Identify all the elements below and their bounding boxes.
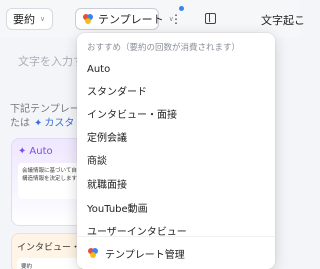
menu-item-auto[interactable]: Auto: [77, 59, 275, 81]
template-card-auto[interactable]: ✦ Auto 会議情報に基づいて自 構造情報を決定します: [11, 138, 83, 226]
more-options-icon[interactable]: ⋮: [170, 11, 182, 27]
menu-item-standard[interactable]: スタンダード: [77, 82, 275, 104]
card-title: インタビュー・面: [17, 243, 83, 253]
hint-prefix: たは: [10, 118, 30, 129]
template-hint-line2: たは ✦ カスタ: [10, 114, 74, 129]
menu-item-interview[interactable]: インタビュー・面接: [77, 105, 275, 127]
text-input-placeholder[interactable]: 文字を入力す: [18, 53, 84, 69]
template-dropdown-menu: おすすめ（要約の回数が消費されます） Auto スタンダード インタビュー・面接…: [77, 33, 275, 269]
multicolor-logo-icon: [88, 248, 98, 258]
custom-template-link[interactable]: カスタ: [44, 118, 74, 129]
menu-item-job-interview[interactable]: 就職面接: [77, 175, 275, 197]
transcription-tab[interactable]: 文字起こ: [261, 12, 305, 28]
menu-item-sales[interactable]: 商談: [77, 151, 275, 173]
menu-item-regular-meeting[interactable]: 定例会議: [77, 128, 275, 150]
template-label: テンプレート: [98, 13, 164, 26]
template-dropdown[interactable]: テンプレート ∨: [75, 8, 174, 30]
chevron-down-icon: ∨: [40, 15, 46, 23]
card-title: ✦ Auto: [18, 146, 53, 157]
template-hint-line1: 下記テンプレー: [10, 104, 80, 115]
menu-section-header: おすすめ（要約の回数が消費されます）: [87, 43, 241, 53]
notification-dot: [179, 6, 184, 11]
summary-dropdown[interactable]: 要約 ∨: [6, 8, 53, 30]
card-body: 要約: [17, 258, 79, 269]
sparkle-icon: ✦: [34, 118, 43, 129]
template-management-label: テンプレート管理: [105, 249, 185, 261]
side-panel-icon[interactable]: [205, 13, 216, 24]
template-card-interview[interactable]: インタビュー・面 要約: [11, 233, 83, 269]
template-management-button[interactable]: テンプレート管理: [77, 236, 275, 269]
menu-item-youtube[interactable]: YouTube動画: [77, 199, 275, 221]
sparkle-icon: ✦: [18, 146, 27, 157]
multicolor-logo-icon: [83, 14, 93, 24]
card-body: 会議情報に基づいて自 構造情報を決定します: [18, 163, 80, 199]
summary-label: 要約: [13, 13, 35, 26]
